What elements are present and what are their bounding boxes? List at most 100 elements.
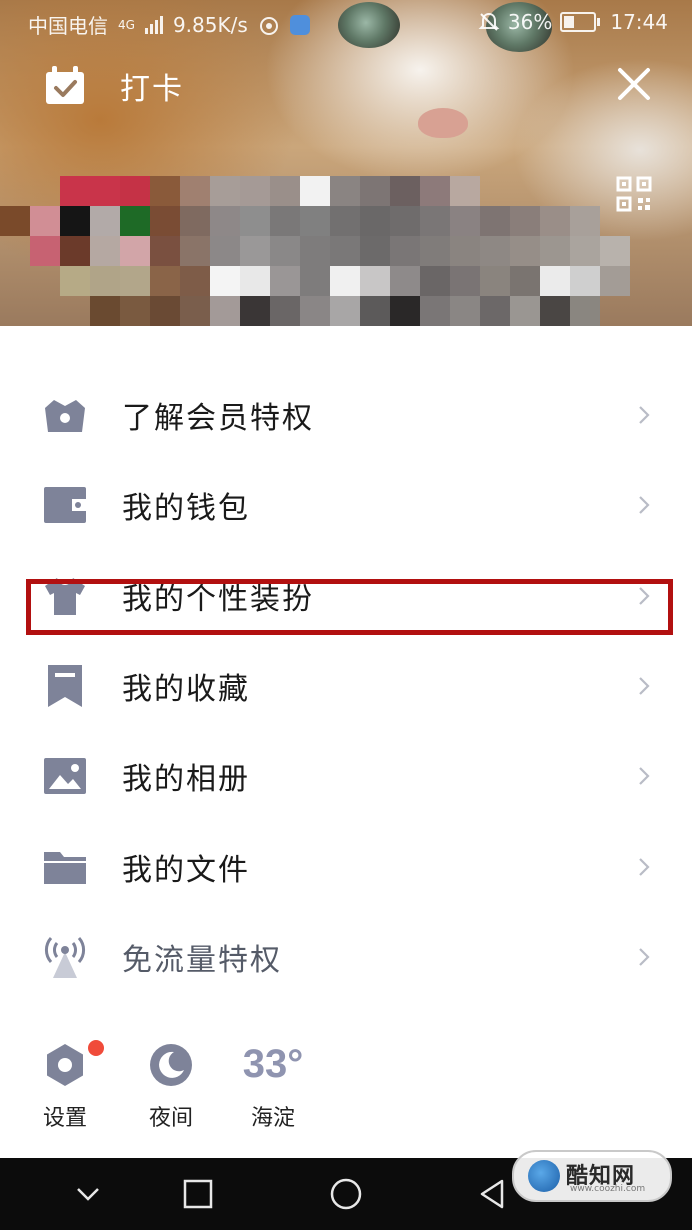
recent-apps-icon[interactable]	[180, 1176, 216, 1212]
mosaic-block	[450, 176, 480, 206]
chevron-right-icon	[639, 677, 650, 695]
mosaic-block	[510, 266, 540, 296]
mosaic-block	[90, 176, 120, 206]
home-icon[interactable]	[328, 1176, 364, 1212]
mosaic-block	[420, 176, 450, 206]
photo-icon	[44, 758, 86, 795]
menu-item-label: 了解会员特权	[122, 401, 314, 437]
chevron-down-icon[interactable]	[70, 1176, 106, 1212]
calendar-check-icon	[46, 66, 84, 104]
mosaic-block	[450, 296, 480, 326]
mosaic-block	[570, 236, 600, 266]
mosaic-block	[360, 296, 390, 326]
menu-item-files[interactable]: 我的文件	[0, 821, 692, 911]
mosaic-block	[450, 236, 480, 266]
mosaic-block	[180, 236, 210, 266]
night-mode-button[interactable]: 夜间	[126, 1036, 216, 1136]
mosaic-block	[360, 176, 390, 206]
mosaic-block	[420, 236, 450, 266]
punch-in-label: 打卡	[120, 72, 184, 107]
mosaic-block	[360, 236, 390, 266]
mosaic-block	[420, 266, 450, 296]
notification-badge	[88, 1040, 104, 1056]
mosaic-block	[390, 176, 420, 206]
mosaic-block	[90, 206, 120, 236]
weather-temperature: 33°	[242, 1042, 304, 1086]
mosaic-block	[240, 176, 270, 206]
chevron-right-icon	[639, 857, 650, 876]
mosaic-block	[240, 266, 270, 296]
mosaic-block	[240, 296, 270, 326]
weather-widget[interactable]: 33° 海淀	[228, 1036, 318, 1136]
mosaic-block	[360, 266, 390, 296]
crown-icon	[45, 400, 85, 433]
mosaic-block	[540, 296, 570, 326]
mosaic-block	[240, 236, 270, 266]
punch-in-button[interactable]: 打卡	[44, 64, 184, 108]
weather-location: 海淀	[250, 1106, 295, 1131]
mosaic-block	[300, 266, 330, 296]
mosaic-block	[180, 206, 210, 236]
menu-item-album[interactable]: 我的相册	[0, 731, 692, 821]
mosaic-block	[540, 266, 570, 296]
menu-item-label: 我的收藏	[122, 672, 250, 708]
back-icon[interactable]	[474, 1176, 510, 1212]
mosaic-block	[270, 266, 300, 296]
menu-item-label: 我的钱包	[122, 491, 250, 527]
network-speed: 9.85K/s	[172, 12, 248, 37]
chevron-right-icon	[639, 496, 650, 515]
mosaic-block	[120, 206, 150, 236]
settings-icon	[47, 1044, 83, 1086]
mosaic-block	[330, 236, 360, 266]
menu-item-label: 免流量特权	[122, 942, 282, 978]
mosaic-block	[300, 206, 330, 236]
mosaic-block	[60, 266, 90, 296]
settings-button[interactable]: 设置	[20, 1036, 110, 1136]
folder-icon	[44, 851, 86, 884]
mosaic-block	[150, 266, 180, 296]
mosaic-block	[510, 296, 540, 326]
antenna-icon	[44, 936, 86, 978]
menu-item-label: 我的文件	[122, 852, 250, 888]
carrier-label: 中国电信	[28, 14, 108, 38]
mosaic-block	[270, 206, 300, 236]
mosaic-block	[480, 296, 510, 326]
menu-item-wallet[interactable]: 我的钱包	[0, 460, 692, 550]
mosaic-block	[600, 236, 630, 266]
mosaic-block	[510, 206, 540, 236]
mosaic-block	[180, 176, 210, 206]
qr-code-icon[interactable]	[616, 176, 652, 212]
mosaic-block	[210, 206, 240, 236]
battery-percent: 36%	[507, 10, 553, 34]
menu-item-free-data[interactable]: 免流量特权	[0, 912, 692, 1002]
chevron-right-icon	[639, 586, 650, 605]
menu-item-favorites[interactable]: 我的收藏	[0, 641, 692, 731]
close-icon[interactable]	[612, 62, 656, 106]
mosaic-block	[150, 296, 180, 326]
mosaic-block	[360, 206, 390, 236]
mosaic-block	[570, 296, 600, 326]
menu-item-vip-privileges[interactable]: 了解会员特权	[0, 370, 692, 460]
mosaic-block	[270, 176, 300, 206]
mosaic-block	[60, 236, 90, 266]
menu-item-label: 我的相册	[122, 762, 250, 798]
chevron-right-icon	[639, 767, 650, 786]
watermark-url: www.coozhi.com	[570, 1184, 646, 1194]
profile-header: 中国电信 4G 9.85K/s 36% 17:44 打卡	[0, 0, 692, 326]
mosaic-block	[450, 206, 480, 236]
wallet-icon	[44, 487, 86, 524]
mosaic-block	[120, 296, 150, 326]
mosaic-block	[180, 266, 210, 296]
bottom-tools: 设置 夜间 33° 海淀	[0, 1036, 692, 1146]
mosaic-block	[150, 176, 180, 206]
chevron-right-icon	[639, 948, 650, 966]
mosaic-block	[480, 266, 510, 296]
mosaic-block	[210, 236, 240, 266]
menu-item-personal-decoration[interactable]: 我的个性装扮	[0, 551, 692, 641]
mosaic-block	[180, 296, 210, 326]
site-watermark: 酷知网 www.coozhi.com	[512, 1150, 672, 1202]
night-mode-label: 夜间	[148, 1106, 193, 1131]
chevron-right-icon	[639, 406, 650, 424]
bookmark-icon	[48, 665, 82, 708]
moon-icon	[150, 1044, 192, 1086]
